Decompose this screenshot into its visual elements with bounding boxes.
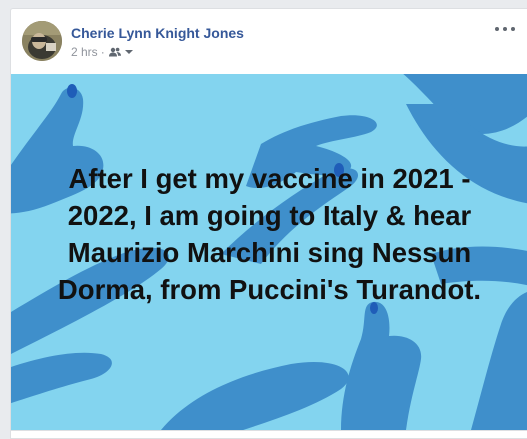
post-header: Cherie Lynn Knight Jones 2 hrs · (11, 9, 527, 75)
author-avatar[interactable] (22, 21, 62, 61)
background-post-text: After I get my vaccine in 2021 - 2022, I… (57, 163, 482, 305)
avatar-photo (22, 21, 62, 61)
post-meta: 2 hrs · (71, 45, 134, 59)
friends-icon (108, 47, 121, 57)
background-post: After I get my vaccine in 2021 - 2022, I… (11, 74, 527, 430)
post-card: Cherie Lynn Knight Jones 2 hrs · After I… (10, 8, 527, 439)
author-name-link[interactable]: Cherie Lynn Knight Jones (71, 25, 244, 41)
audience-selector[interactable] (108, 47, 134, 57)
meta-separator: · (100, 45, 105, 59)
post-footer-divider (11, 430, 527, 438)
more-options-icon-dot (495, 27, 499, 31)
more-options-button[interactable] (495, 23, 515, 35)
more-options-icon-dot (503, 27, 507, 31)
chevron-down-icon (124, 50, 133, 54)
post-timestamp[interactable]: 2 hrs (71, 45, 98, 59)
more-options-icon-dot (511, 27, 515, 31)
